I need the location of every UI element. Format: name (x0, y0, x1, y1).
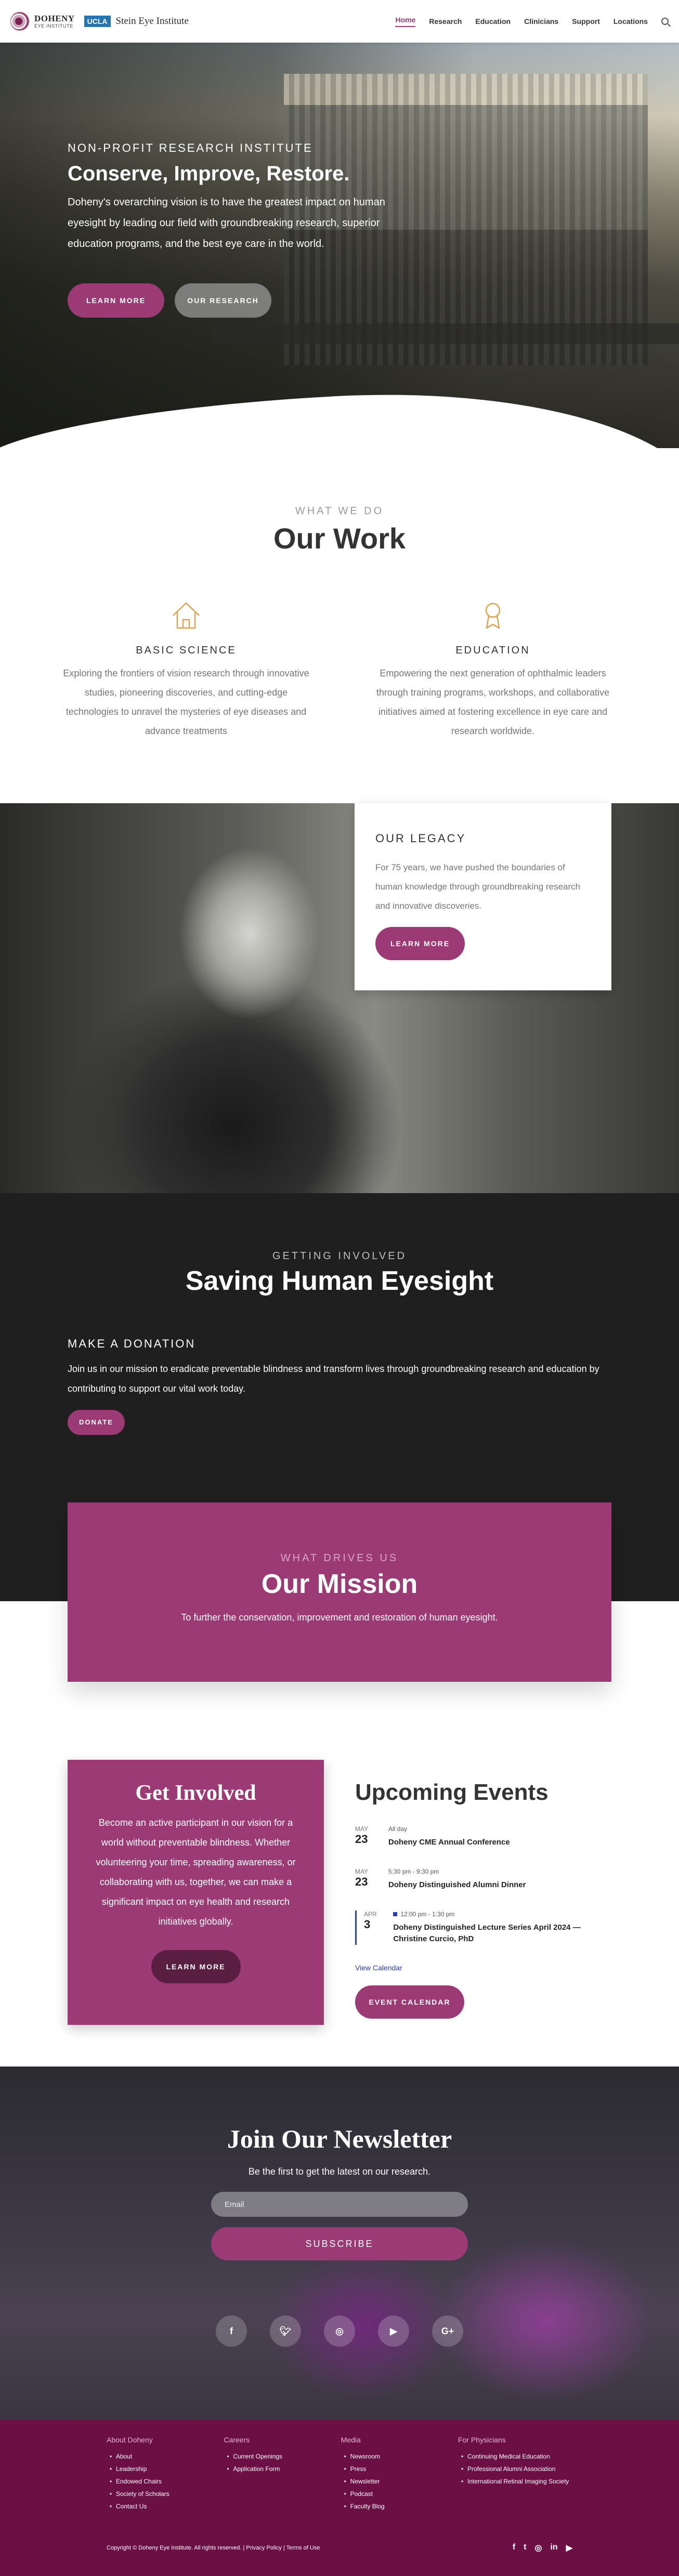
event-item-featured[interactable]: APR 3 12:00 pm - 1:30 pm Doheny Distinguis… (355, 1911, 611, 1945)
mission-body: To further the conservation, improvement… (181, 1612, 498, 1623)
youtube-icon[interactable]: ▶ (566, 2543, 572, 2553)
instagram-icon[interactable]: ◎ (535, 2543, 542, 2553)
twitter-icon[interactable]: t (524, 2543, 526, 2553)
donation-body: Join us in our mission to eradicate prev… (68, 1364, 599, 1394)
legacy-card: OUR LEGACY For 75 years, we have pushed … (355, 803, 611, 990)
mission-title: Our Mission (261, 1569, 418, 1599)
footer-link[interactable]: Contact Us (107, 2500, 221, 2513)
basic-science-column: BASIC SCIENCE Exploring the frontiers of… (61, 597, 311, 741)
footer-link[interactable]: Professional Alumni Association (458, 2463, 572, 2475)
hero-section: NON-PROFIT RESEARCH INSTITUTE Conserve, … (0, 43, 679, 448)
logo-doheny: DOHENY (34, 14, 75, 23)
hero-kicker: NON-PROFIT RESEARCH INSTITUTE (68, 141, 313, 154)
events-title: Upcoming Events (355, 1780, 549, 1805)
nav-locations[interactable]: Locations (613, 17, 648, 25)
footer-col-media: Media Newsroom Press Newsletter Podcast … (341, 2436, 455, 2513)
main-nav: Home Research Education Clinicians Suppo… (395, 16, 669, 27)
footer-link[interactable]: Newsroom (341, 2450, 455, 2463)
event-calendar-button[interactable]: EVENT CALENDAR (355, 1985, 464, 2019)
site-header: DOHENY EYE INSTITUTE UCLA Stein Eye Inst… (0, 0, 679, 43)
featured-marker-icon (393, 1912, 398, 1916)
involved-eyebrow: GETTING INVOLVED (272, 1250, 407, 1262)
footer-col-about: About Doheny About Leadership Endowed Ch… (107, 2436, 221, 2513)
footer-link[interactable]: Continuing Medical Education (458, 2450, 572, 2463)
site-logo[interactable]: DOHENY EYE INSTITUTE UCLA Stein Eye Inst… (10, 12, 189, 31)
social-links: f 🐦︎ ◎ ▶ G+ (0, 2316, 679, 2347)
get-involved-learn-more-button[interactable]: LEARN MORE (151, 1950, 241, 1983)
hero-learn-more-button[interactable]: LEARN MORE (68, 283, 164, 318)
donation-title: MAKE A DONATION (68, 1337, 196, 1350)
get-involved-body: Become an active participant in our visi… (96, 1817, 296, 1927)
mission-card: WHAT DRIVES US Our Mission To further th… (68, 1502, 611, 1682)
hero-our-research-button[interactable]: OUR RESEARCH (175, 283, 271, 318)
education-body: Empowering the next generation of ophtha… (376, 668, 610, 736)
newsletter-title: Join Our Newsletter (227, 2124, 452, 2153)
instagram-icon[interactable]: ◎ (324, 2316, 355, 2347)
logo-stein: Stein Eye Institute (115, 16, 189, 27)
basic-science-body: Exploring the frontiers of vision resear… (63, 668, 309, 736)
footer-link[interactable]: Application Form (224, 2463, 338, 2475)
doheny-logo-icon (10, 12, 29, 31)
legacy-title: OUR LEGACY (375, 832, 466, 845)
view-calendar-link[interactable]: View Calendar (355, 1964, 611, 1972)
footer-link[interactable]: International Retinal Imaging Society (458, 2475, 572, 2488)
facebook-icon[interactable]: f (216, 2316, 247, 2347)
legacy-body: For 75 years, we have pushed the boundar… (375, 862, 581, 911)
upcoming-events: Upcoming Events MAY 23 All day Doheny CME … (355, 1760, 611, 2025)
event-item[interactable]: MAY 23 All day Doheny CME Annual Conferenc… (355, 1825, 611, 1848)
award-icon (485, 603, 501, 629)
footer-link[interactable]: Leadership (107, 2463, 221, 2475)
footer-col-careers: Careers Current Openings Application For… (224, 2436, 338, 2513)
footer-link[interactable]: Current Openings (224, 2450, 338, 2463)
newsletter-subtitle: Be the first to get the latest on our re… (248, 2166, 431, 2177)
work-eyebrow: WHAT WE DO (295, 505, 384, 517)
twitter-icon[interactable]: 🐦︎ (270, 2316, 301, 2347)
nav-education[interactable]: Education (475, 17, 511, 25)
newsletter-section: Join Our Newsletter Be the first to get … (0, 2067, 679, 2420)
footer-col-physicians: For Physicians Continuing Medical Educat… (458, 2436, 572, 2513)
get-involved-events-section: Get Involved Become an active participan… (0, 1760, 679, 2046)
nav-home[interactable]: Home (395, 16, 416, 27)
youtube-icon[interactable]: ▶ (378, 2316, 409, 2347)
our-work-section: WHAT WE DO Our Work BASIC SCIENCE Explor… (0, 448, 679, 803)
logo-ucla: UCLA (84, 16, 111, 27)
hero-title: Conserve, Improve, Restore. (68, 162, 350, 185)
get-involved-card: Get Involved Become an active participan… (68, 1760, 324, 2025)
legacy-learn-more-button[interactable]: LEARN MORE (375, 927, 465, 960)
footer-social-links: f t ◎ in ▶ (513, 2543, 572, 2553)
legacy-section: OUR LEGACY For 75 years, we have pushed … (0, 803, 679, 1193)
footer-link[interactable]: Podcast (341, 2488, 455, 2500)
nav-support[interactable]: Support (572, 17, 600, 25)
newsletter-email-input[interactable] (211, 2192, 468, 2217)
hero-curve-divider (0, 377, 679, 448)
education-title: EDUCATION (455, 645, 530, 656)
nav-clinicians[interactable]: Clinicians (524, 17, 558, 25)
footer-link[interactable]: Endowed Chairs (107, 2475, 221, 2488)
involved-title: Saving Human Eyesight (185, 1266, 494, 1296)
footer-link[interactable]: Faculty Blog (341, 2500, 455, 2513)
get-involved-title: Get Involved (135, 1781, 256, 1805)
subscribe-button[interactable]: SUBSCRIBE (211, 2227, 468, 2260)
work-title: Our Work (273, 522, 406, 555)
site-footer: About Doheny About Leadership Endowed Ch… (0, 2420, 679, 2576)
logo-institute: EYE INSTITUTE (34, 23, 73, 29)
house-icon (173, 602, 200, 629)
donate-button[interactable]: DONATE (68, 1410, 125, 1435)
event-item[interactable]: MAY 23 5:30 pm - 9:30 pm Doheny Distinguis… (355, 1868, 611, 1891)
nav-research[interactable]: Research (429, 17, 462, 25)
education-column: EDUCATION Empowering the next generation… (368, 597, 618, 741)
facebook-icon[interactable]: f (513, 2543, 515, 2553)
linkedin-icon[interactable]: in (550, 2543, 557, 2553)
search-icon[interactable] (661, 18, 669, 25)
footer-link[interactable]: About (107, 2450, 221, 2463)
footer-link[interactable]: Society of Scholars (107, 2488, 221, 2500)
copyright-text: Copyright © Doheny Eye Institute. All ri… (107, 2545, 320, 2551)
basic-science-title: BASIC SCIENCE (136, 645, 237, 656)
hero-body: Doheny's overarching vision is to have t… (68, 197, 385, 250)
footer-link[interactable]: Press (341, 2463, 455, 2475)
mission-eyebrow: WHAT DRIVES US (280, 1552, 399, 1564)
google-plus-icon[interactable]: G+ (432, 2316, 463, 2347)
footer-link[interactable]: Newsletter (341, 2475, 455, 2488)
